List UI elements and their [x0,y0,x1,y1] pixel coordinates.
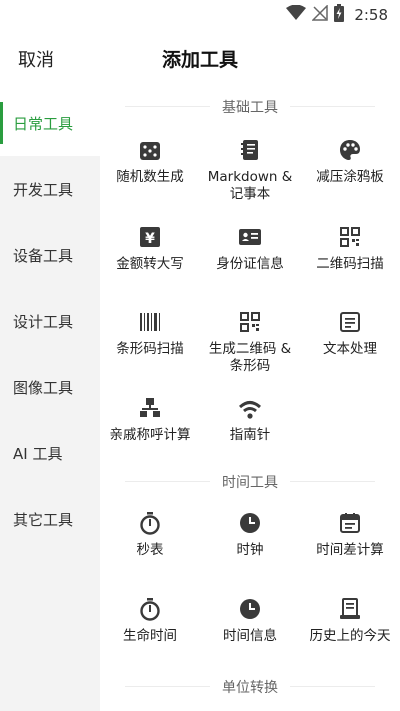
tool-label: 亲戚称呼计算 [109,427,191,443]
qr-code-icon [337,224,363,250]
tool-label: 文本处理 [323,341,377,357]
tool-label: 历史上的今天 [309,628,391,644]
svg-text:¥: ¥ [145,231,155,247]
clock-icon [237,510,263,536]
tool-label: 随机数生成 [116,169,184,185]
tool-stopwatch[interactable]: 秒表 [100,510,200,559]
tool-amount-uppercase[interactable]: ¥ 金额转大写 [100,224,200,273]
tool-label: 指南针 [229,427,271,443]
barcode-icon [137,309,163,335]
page-title-text: 添加工具 [161,49,238,71]
tool-doodle-board[interactable]: 减压涂鸦板 [300,137,400,186]
sidebar-item-image[interactable]: 图像工具 [0,354,100,420]
page-title: 添加工具 [0,45,400,72]
sidebar-item-design[interactable]: 设计工具 [0,288,100,354]
sidebar-item-other[interactable]: 其它工具 [0,486,100,552]
tool-relative-title[interactable]: 亲戚称呼计算 [100,395,200,444]
category-sidebar: 日常工具 开发工具 设备工具 设计工具 图像工具 AI 工具 其它工具 [0,90,100,711]
tool-label: 生命时间 [123,628,177,644]
tool-compass[interactable]: 指南针 [200,395,300,444]
sidebar-item-daily[interactable]: 日常工具 [0,90,100,156]
tool-text-processing[interactable]: 文本处理 [300,309,400,358]
status-bar: 2:58 [0,0,400,30]
tool-label: 生成二维码 & 条形码 [208,341,292,374]
tool-markdown-notebook[interactable]: Markdown & 记事本 [200,137,300,203]
sidebar-item-label: 日常工具 [13,114,74,133]
sidebar-item-label: AI 工具 [13,444,63,463]
section-title: 单位转换 [222,680,278,696]
palette-icon [337,137,363,163]
battery-charging-icon [334,4,345,26]
sidebar-item-label: 设计工具 [13,312,74,331]
sidebar-item-device[interactable]: 设备工具 [0,222,100,288]
section-divider [125,686,210,687]
tool-label: 身份证信息 [216,256,284,272]
status-time: 2:58 [354,6,388,24]
dice-icon [137,137,163,163]
sidebar-item-label: 开发工具 [13,180,74,199]
tool-barcode-scan[interactable]: 条形码扫描 [100,309,200,358]
section-divider [290,686,375,687]
no-signal-icon [311,4,329,25]
section-divider [125,106,210,107]
tool-list: 基础工具 随机数生成 Markdown & 记事本 减压涂鸦板 ¥ 金额转大写 … [100,90,400,711]
qr-code-icon [237,309,263,335]
clock-icon [237,596,263,622]
tool-label: Markdown & 记事本 [207,169,293,202]
tool-label: 秒表 [136,542,164,558]
tool-clock[interactable]: 时钟 [200,510,300,559]
sidebar-item-label: 其它工具 [13,510,74,529]
tool-label: 时钟 [236,542,264,558]
family-tree-icon [137,395,163,421]
tool-id-card-info[interactable]: 身份证信息 [200,224,300,273]
tool-label: 二维码扫描 [316,256,384,272]
header: 取消 添加工具 [0,30,400,86]
tool-qr-scan[interactable]: 二维码扫描 [300,224,400,273]
section-divider [290,106,375,107]
scroll-icon [337,596,363,622]
sidebar-item-ai[interactable]: AI 工具 [0,420,100,486]
tool-label: 减压涂鸦板 [316,169,384,185]
tool-label: 条形码扫描 [116,341,184,357]
compass-icon [237,395,263,421]
status-icons: 2:58 [286,4,388,26]
section-divider [125,481,210,482]
id-card-icon [237,224,263,250]
tool-time-info[interactable]: 时间信息 [200,596,300,645]
wifi-icon [286,4,307,25]
calendar-icon [337,510,363,536]
stopwatch-icon [137,596,163,622]
tool-label: 金额转大写 [116,256,184,272]
tool-generate-code[interactable]: 生成二维码 & 条形码 [200,309,300,375]
section-title: 基础工具 [222,100,278,116]
sidebar-item-dev[interactable]: 开发工具 [0,156,100,222]
tool-label: 时间信息 [223,628,277,644]
tool-history-today[interactable]: 历史上的今天 [300,596,400,645]
tool-life-time[interactable]: 生命时间 [100,596,200,645]
text-box-icon [337,309,363,335]
sidebar-item-label: 图像工具 [13,378,74,397]
yen-icon: ¥ [137,224,163,250]
tool-random-number[interactable]: 随机数生成 [100,137,200,186]
sidebar-item-label: 设备工具 [13,246,74,265]
notebook-icon [237,137,263,163]
tool-time-difference[interactable]: 时间差计算 [300,510,400,559]
section-divider [290,481,375,482]
section-title: 时间工具 [222,475,278,491]
tool-label: 时间差计算 [316,542,384,558]
stopwatch-icon [137,510,163,536]
